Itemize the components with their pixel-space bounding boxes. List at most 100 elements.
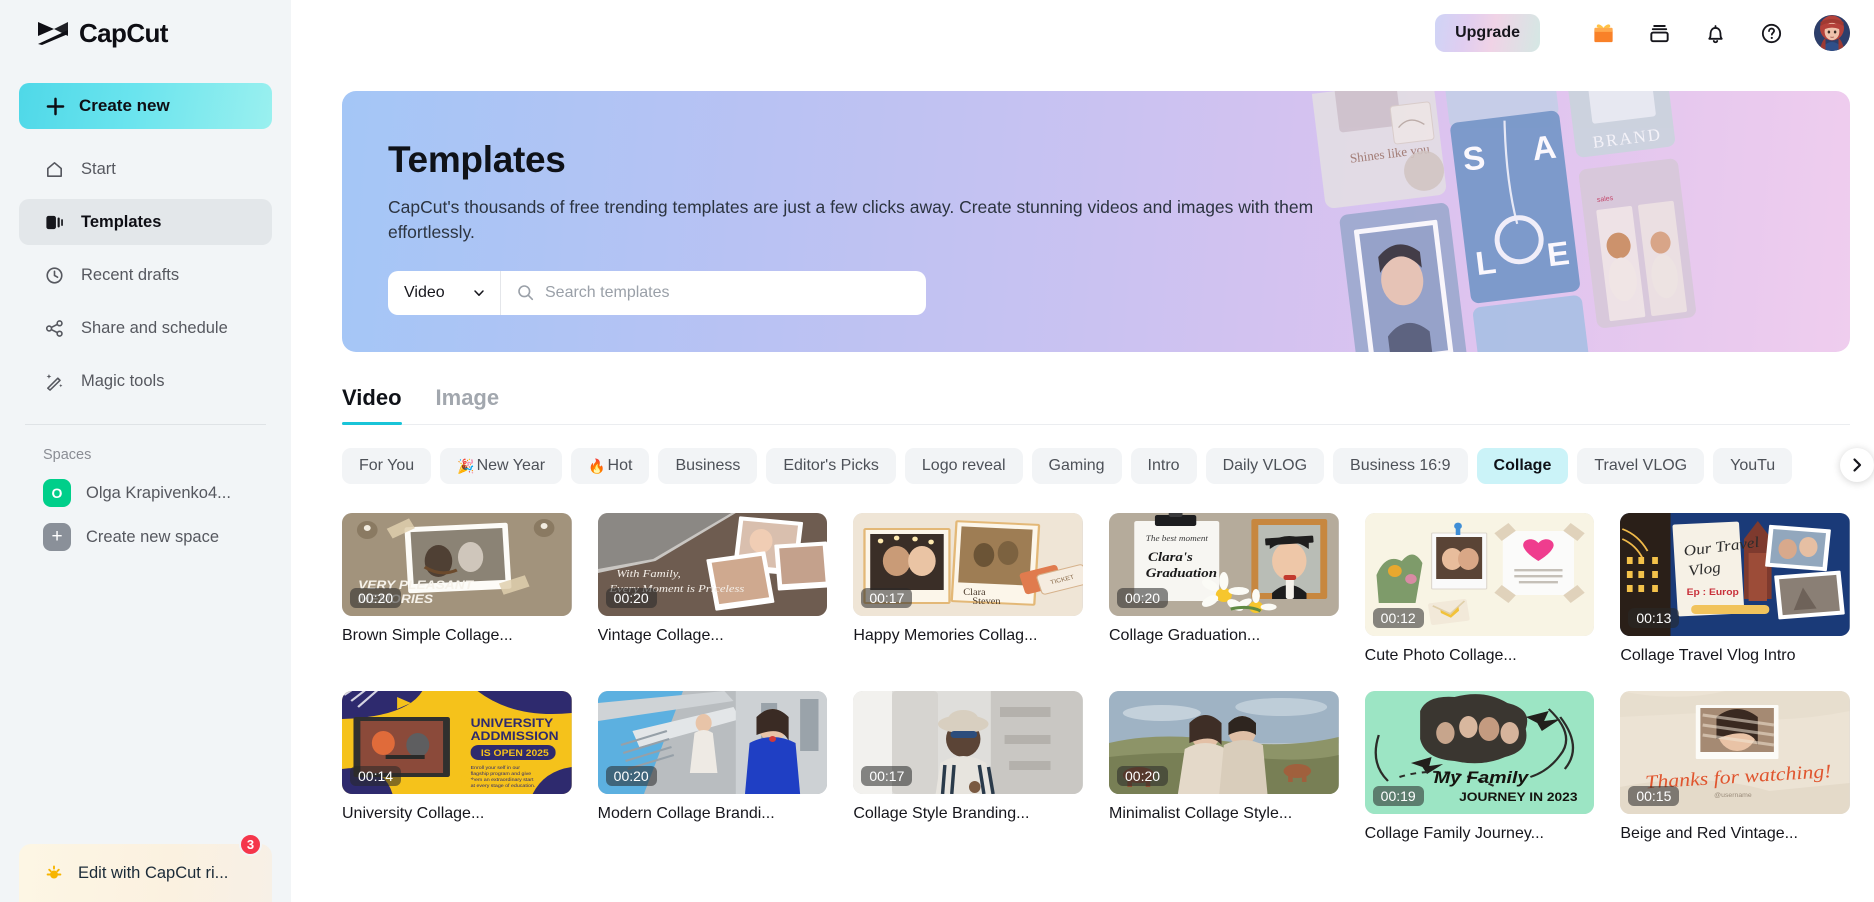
template-thumbnail[interactable]: Thanks for watching! @username 00:15 xyxy=(1620,691,1850,814)
chip-collage[interactable]: Collage xyxy=(1476,448,1569,484)
template-title: Cute Photo Collage... xyxy=(1364,647,1517,664)
template-thumbnail[interactable]: The best moment Clara's Graduation 00:20 xyxy=(1109,513,1339,616)
svg-text:Steven: Steven xyxy=(973,597,1001,607)
template-title: Collage Family Journey... xyxy=(1364,825,1544,842)
template-thumbnail[interactable]: 00:17 xyxy=(853,691,1083,794)
template-card[interactable]: UNIVERSITY ADDMISSION IS OPEN 2025 Enrol… xyxy=(342,691,572,843)
duration-badge: 00:17 xyxy=(861,588,913,608)
create-new-button[interactable]: Create new xyxy=(19,83,272,129)
template-card[interactable]: Clara Steven TICKET 00:17 Happy Memories… xyxy=(853,513,1083,665)
chip-travel-vlog[interactable]: Travel VLOG xyxy=(1577,448,1705,484)
chip-logo-reveal[interactable]: Logo reveal xyxy=(904,448,1023,484)
app-root: CapCut Create new Start Templates Recent… xyxy=(0,0,1874,902)
svg-text:UNIVERSITY: UNIVERSITY xyxy=(471,716,554,730)
tab-video[interactable]: Video xyxy=(342,385,402,425)
sidebar-item-label: Recent drafts xyxy=(81,265,180,284)
template-card[interactable]: Thanks for watching! @username 00:15 Bei… xyxy=(1620,691,1850,843)
sidebar-item-magic-tools[interactable]: Magic tools xyxy=(19,358,272,404)
chip-label: Hot xyxy=(607,457,633,474)
chip-label: Business 16:9 xyxy=(1350,457,1451,474)
template-card[interactable]: My Family JOURNEY IN 2023 00:19 Collage … xyxy=(1364,691,1595,843)
template-card[interactable]: The best moment Clara's Graduation 00:20… xyxy=(1109,513,1339,665)
template-card[interactable]: 00:20 Modern Collage Brandi... xyxy=(597,691,828,843)
template-card[interactable]: VERY PLEASANT MEMORIES 00:20 Brown Simpl… xyxy=(342,513,572,665)
app-logo[interactable]: CapCut xyxy=(19,0,272,66)
chip-business-169[interactable]: Business 16:9 xyxy=(1333,448,1468,484)
inbox-icon[interactable] xyxy=(1644,18,1674,48)
chip-label: Travel VLOG xyxy=(1594,457,1688,474)
sidebar-item-label: Start xyxy=(81,159,116,178)
template-thumbnail[interactable]: 00:12 xyxy=(1364,513,1595,636)
chips-next-button[interactable] xyxy=(1840,448,1874,482)
topbar: Upgrade xyxy=(291,0,1874,66)
template-thumbnail[interactable]: 00:20 xyxy=(597,691,828,794)
fire-icon: 🔥 xyxy=(588,457,606,474)
sidebar-item-start[interactable]: Start xyxy=(19,146,272,192)
chip-hot[interactable]: 🔥 Hot xyxy=(571,448,650,484)
template-thumbnail[interactable]: VERY PLEASANT MEMORIES 00:20 xyxy=(342,513,572,616)
template-title: Minimalist Collage Style... xyxy=(1109,805,1293,822)
duration-badge: 00:14 xyxy=(350,766,402,786)
brand-name: CapCut xyxy=(79,17,168,48)
avatar[interactable] xyxy=(1814,15,1850,51)
chip-youtube[interactable]: YouTu xyxy=(1713,448,1793,484)
svg-text:flagship program and give: flagship program and give xyxy=(471,771,532,777)
chip-business[interactable]: Business xyxy=(658,448,758,484)
chip-intro[interactable]: Intro xyxy=(1130,448,1197,484)
chip-label: Daily VLOG xyxy=(1222,457,1308,474)
tab-label: Image xyxy=(435,385,500,410)
template-thumbnail[interactable]: UNIVERSITY ADDMISSION IS OPEN 2025 Enrol… xyxy=(342,691,572,794)
duration-badge: 00:20 xyxy=(1117,588,1169,608)
svg-text:JOURNEY IN 2023: JOURNEY IN 2023 xyxy=(1459,790,1577,804)
spaces-heading: Spaces xyxy=(43,447,92,463)
svg-text:them an extraordinary start: them an extraordinary start xyxy=(471,777,535,783)
duration-badge: 00:20 xyxy=(605,766,657,786)
template-thumbnail[interactable]: Our Travel Vlog Ep : Europ 00:13 xyxy=(1620,513,1850,636)
bell-icon[interactable] xyxy=(1700,18,1730,48)
space-item-olga[interactable]: O Olga Krapivenko4... xyxy=(19,471,272,515)
capcut-logo-icon xyxy=(38,22,68,45)
content-type-tabs: Video Image xyxy=(342,385,1850,425)
plus-icon: + xyxy=(43,523,71,551)
template-thumbnail[interactable]: Clara Steven TICKET 00:17 xyxy=(853,513,1083,616)
upgrade-label: Upgrade xyxy=(1455,24,1520,41)
search-input[interactable]: Search templates xyxy=(501,284,926,302)
chip-for-you[interactable]: For You xyxy=(342,448,432,484)
chip-gaming[interactable]: Gaming xyxy=(1031,448,1122,484)
svg-text:My Family: My Family xyxy=(1434,767,1529,787)
gift-icon[interactable] xyxy=(1588,18,1618,48)
template-card[interactable]: 00:17 Collage Style Branding... xyxy=(853,691,1083,843)
duration-badge: 00:20 xyxy=(350,588,402,608)
edit-with-capcut-promo[interactable]: Edit with CapCut ri... 3 xyxy=(19,833,272,902)
sidebar-item-recent-drafts[interactable]: Recent drafts xyxy=(19,252,272,298)
templates-hero-banner: Shines like you S A L E BRAND sales Temp… xyxy=(342,91,1850,352)
template-card[interactable]: Our Travel Vlog Ep : Europ 00:13 Collage… xyxy=(1620,513,1850,665)
duration-badge: 00:19 xyxy=(1372,786,1424,806)
template-thumbnail[interactable]: With Family, Every Moment is Priceless 0… xyxy=(597,513,828,616)
template-thumbnail[interactable]: My Family JOURNEY IN 2023 00:19 xyxy=(1364,691,1595,814)
create-new-label: Create new xyxy=(79,96,170,115)
space-label: Olga Krapivenko4... xyxy=(86,483,231,502)
tab-label: Video xyxy=(342,385,402,410)
chip-label: Intro xyxy=(1147,457,1180,474)
help-circle-icon[interactable] xyxy=(1756,18,1786,48)
svg-text:The best moment: The best moment xyxy=(1146,534,1209,543)
tab-image[interactable]: Image xyxy=(436,385,500,424)
template-thumbnail[interactable]: 00:20 xyxy=(1109,691,1339,794)
template-type-select[interactable]: Video xyxy=(388,270,501,315)
template-card[interactable]: With Family, Every Moment is Priceless 0… xyxy=(597,513,828,665)
templates-icon xyxy=(43,211,65,233)
template-title: Happy Memories Collag... xyxy=(853,627,1038,644)
upgrade-button[interactable]: Upgrade xyxy=(1435,14,1540,52)
sidebar-item-share-and-schedule[interactable]: Share and schedule xyxy=(19,305,272,351)
template-card[interactable]: 00:20 Minimalist Collage Style... xyxy=(1109,691,1339,843)
chip-label: For You xyxy=(359,457,415,474)
create-new-space-button[interactable]: + Create new space xyxy=(19,515,272,559)
sidebar-item-templates[interactable]: Templates xyxy=(19,199,272,245)
page-title: Templates xyxy=(388,139,566,180)
template-card[interactable]: 00:12 Cute Photo Collage... xyxy=(1364,513,1595,665)
chip-editors-picks[interactable]: Editor's Picks xyxy=(766,448,896,484)
chip-daily-vlog[interactable]: Daily VLOG xyxy=(1205,448,1325,484)
template-title: Collage Style Branding... xyxy=(853,805,1030,822)
chip-new-year[interactable]: 🎉 New Year xyxy=(440,448,563,484)
